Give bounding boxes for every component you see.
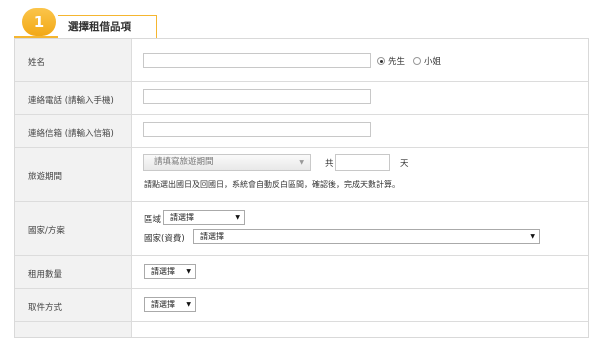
email-input[interactable] bbox=[143, 122, 371, 137]
name-label: 姓名 bbox=[28, 58, 46, 68]
region-label: 區域 bbox=[144, 215, 162, 225]
chevron-down-icon: ▼ bbox=[299, 159, 304, 166]
row-travel-period: 旅遊期間 請填寫旅遊期間 ▼ 共 天 請點選出國日及回國日，系統會自動反白區間，… bbox=[15, 147, 588, 202]
travel-period-label: 旅遊期間 bbox=[28, 172, 63, 182]
step-number-badge: 1 bbox=[22, 8, 56, 36]
country-label: 國家(資費) bbox=[144, 234, 185, 244]
gender-ms-label: 小姐 bbox=[424, 57, 442, 67]
step-header: 1 選擇租借品項 bbox=[0, 0, 600, 40]
row-name: 姓名 先生 小姐 bbox=[15, 39, 588, 82]
pickup-select[interactable]: 請選擇 ▼ bbox=[144, 297, 196, 312]
days-suffix: 天 bbox=[400, 159, 409, 169]
days-input[interactable] bbox=[335, 154, 390, 171]
travel-period-select[interactable]: 請填寫旅遊期間 ▼ bbox=[143, 154, 311, 171]
step-title: 選擇租借品項 bbox=[58, 15, 157, 38]
chevron-down-icon: ▼ bbox=[186, 301, 191, 308]
phone-input[interactable] bbox=[143, 89, 371, 104]
quantity-selected: 請選擇 bbox=[151, 267, 175, 276]
chevron-down-icon: ▼ bbox=[530, 233, 535, 240]
country-selected: 請選擇 bbox=[200, 232, 224, 241]
row-country-plan: 國家/方案 區域 請選擇 ▼ 國家(資費) 請選擇 ▼ bbox=[15, 201, 588, 256]
row-quantity: 租用數量 請選擇 ▼ bbox=[15, 255, 588, 289]
rental-form: 姓名 先生 小姐 連絡電話 (請輸入手機) 連絡信箱 (請輸入信箱) 旅遊期間 … bbox=[14, 38, 589, 338]
pickup-label: 取件方式 bbox=[28, 303, 63, 313]
quantity-label: 租用數量 bbox=[28, 270, 63, 280]
quantity-select[interactable]: 請選擇 ▼ bbox=[144, 264, 196, 279]
country-select[interactable]: 請選擇 ▼ bbox=[193, 229, 540, 244]
gender-mr-label: 先生 bbox=[388, 57, 406, 67]
total-prefix: 共 bbox=[325, 159, 334, 169]
name-input[interactable] bbox=[143, 53, 371, 68]
gender-mr-radio[interactable] bbox=[377, 57, 385, 65]
pickup-selected: 請選擇 bbox=[151, 300, 175, 309]
row-pickup: 取件方式 請選擇 ▼ bbox=[15, 288, 588, 322]
chevron-down-icon: ▼ bbox=[235, 214, 240, 221]
phone-label: 連絡電話 (請輸入手機) bbox=[28, 96, 114, 106]
row-phone: 連絡電話 (請輸入手機) bbox=[15, 81, 588, 115]
chevron-down-icon: ▼ bbox=[186, 268, 191, 275]
region-select[interactable]: 請選擇 ▼ bbox=[163, 210, 245, 225]
region-selected: 請選擇 bbox=[170, 213, 194, 222]
email-label: 連絡信箱 (請輸入信箱) bbox=[28, 129, 114, 139]
travel-period-placeholder: 請填寫旅遊期間 bbox=[154, 157, 214, 167]
travel-hint: 請點選出國日及回國日，系統會自動反白區間，確認後，完成天數計算。 bbox=[144, 180, 400, 189]
gender-ms-radio[interactable] bbox=[413, 57, 421, 65]
row-email: 連絡信箱 (請輸入信箱) bbox=[15, 114, 588, 148]
country-plan-label: 國家/方案 bbox=[28, 226, 65, 236]
